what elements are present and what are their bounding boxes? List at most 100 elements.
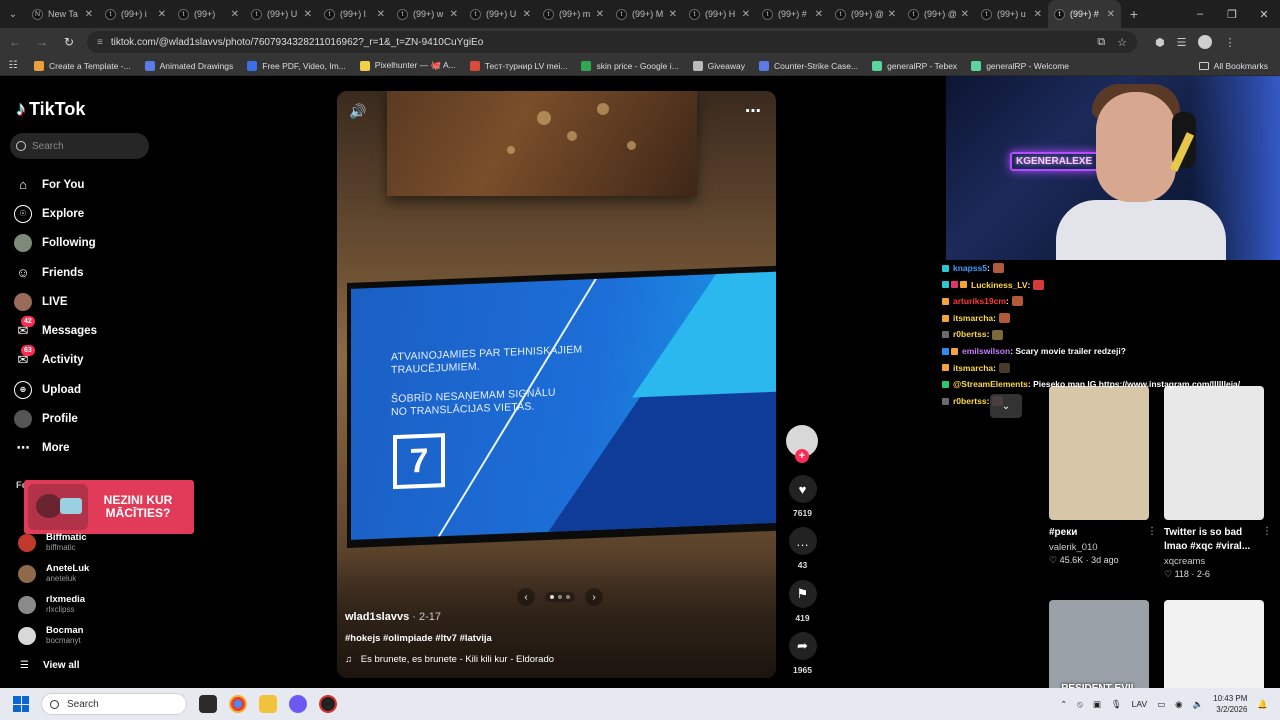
tab-close-icon[interactable]: ✕ [742, 9, 750, 20]
heart-icon[interactable]: ♥ [788, 475, 817, 503]
maximize-icon[interactable]: ❐ [1216, 0, 1248, 28]
tiktok-logo[interactable]: ♪ TikTok [16, 98, 85, 121]
site-info-icon[interactable]: ≡ [97, 37, 103, 48]
video-author[interactable]: valerik_010 [1049, 542, 1149, 553]
card-menu-icon[interactable]: ⋮ [1262, 526, 1272, 537]
tab-search-icon[interactable]: ⌄ [0, 0, 26, 28]
network-off-icon[interactable]: ⦸ [1077, 699, 1083, 710]
sidebar-item-upload[interactable]: ⊕ Upload [14, 375, 164, 404]
view-all-button[interactable]: ☰ View all [20, 660, 79, 671]
windows-start-icon[interactable] [13, 696, 29, 712]
share-arrow-icon[interactable]: ➦ [788, 632, 817, 660]
back-icon[interactable]: ← [3, 30, 27, 54]
forward-icon[interactable]: → [30, 30, 54, 54]
tab-close-icon[interactable]: ✕ [377, 9, 385, 20]
video-card[interactable] [1164, 600, 1264, 688]
taskbar-search[interactable]: Search [41, 693, 187, 715]
bookmark-item[interactable]: generalRP - Tebex [872, 60, 957, 71]
bookmark-icon[interactable]: ⚑ [788, 580, 817, 608]
sidebar-item-more[interactable]: ⋯ More [14, 434, 164, 463]
browser-tab[interactable]: t (99+) # ✕ [756, 0, 829, 28]
tray-chevron-icon[interactable]: ⌃ [1060, 699, 1067, 710]
video-author[interactable]: xqcreams [1164, 556, 1264, 567]
bookmark-item[interactable]: Counter-Strike Case... [759, 60, 858, 71]
sidebar-item-explore[interactable]: ☉ Explore [14, 199, 164, 228]
save-action[interactable]: ⚑ 419 [786, 580, 819, 623]
browser-tab[interactable]: t (99+) u ✕ [975, 0, 1048, 28]
url-bar[interactable]: ≡ tiktok.com/@wlad1slavvs/photo/76079343… [87, 31, 1137, 53]
bookmark-item[interactable]: Free PDF, Video, Im... [247, 60, 346, 71]
video-card[interactable]: #реки valerik_010 ♡ 45.6K · 3d ago ⋮ [1049, 386, 1157, 566]
sidebar-item-profile[interactable]: Profile [14, 404, 164, 433]
search-input[interactable]: Search [10, 133, 149, 159]
browser-tab[interactable]: t (99+) @ ✕ [829, 0, 902, 28]
sidebar-item-for-you[interactable]: ⌂ For You [14, 170, 164, 199]
tab-close-icon[interactable]: ✕ [669, 9, 677, 20]
app-icon[interactable] [319, 695, 337, 713]
chrome-app-icon[interactable] [229, 695, 247, 713]
browser-tab[interactable]: t (99+) l ✕ [318, 0, 391, 28]
photo-player[interactable]: ATVAINOJAMIES PAR TEHNISKAJIEM TRAUCĒJUM… [337, 91, 776, 678]
bookmark-item[interactable]: skin price - Google i... [581, 60, 679, 71]
tab-close-icon[interactable]: ✕ [523, 9, 531, 20]
video-card[interactable]: Twitter is so bad lmao #xqc #viral... xqc… [1164, 386, 1272, 580]
tray-app-icon[interactable]: ▣ [1093, 699, 1101, 710]
carousel-prev-icon[interactable]: ‹ [517, 588, 535, 606]
bookmark-item[interactable]: Pixelhunter — 🐙 A... [359, 60, 456, 71]
tab-close-icon[interactable]: ✕ [450, 9, 458, 20]
display-icon[interactable]: ▭ [1157, 699, 1165, 710]
profile-avatar-icon[interactable] [1198, 35, 1213, 49]
bookmark-item[interactable]: Create a Template -... [34, 60, 131, 71]
bookmark-item[interactable]: Giveaway [692, 60, 745, 71]
video-music[interactable]: ♫ Es brunete, es brunete - Kili kili kur… [345, 654, 765, 665]
tab-close-icon[interactable]: ✕ [596, 9, 604, 20]
browser-tab[interactable]: t (99+) M ✕ [610, 0, 683, 28]
tab-close-icon[interactable]: ✕ [85, 9, 93, 20]
author-name[interactable]: wlad1slavvs [345, 611, 409, 623]
file-explorer-icon[interactable] [259, 695, 277, 713]
video-hashtags[interactable]: #hokejs #olimpiade #ltv7 #latvija [345, 633, 765, 644]
video-title[interactable]: Twitter is so bad lmao #xqc #viral... [1164, 526, 1264, 554]
browser-tab[interactable]: t (99+) U ✕ [245, 0, 318, 28]
carousel-next-icon[interactable]: › [585, 588, 603, 606]
browser-tab[interactable]: t (99+) i ✕ [99, 0, 172, 28]
ad-banner[interactable]: NEZINI KUR MĀCĪTIES? [24, 480, 194, 534]
browser-tab[interactable]: N New Ta ✕ [26, 0, 99, 28]
video-card[interactable]: RESIDENT EVIL [1049, 600, 1149, 688]
sidebar-item-following[interactable]: Following [14, 229, 164, 258]
volume-icon[interactable]: 🔊 [349, 103, 366, 120]
card-menu-icon[interactable]: ⋮ [1147, 526, 1157, 537]
browser-tab[interactable]: t (99+) w ✕ [391, 0, 464, 28]
video-title[interactable]: #реки [1049, 526, 1149, 540]
wifi-icon[interactable]: ◉ [1175, 699, 1182, 710]
tab-close-icon[interactable]: ✕ [158, 9, 166, 20]
discord-icon[interactable] [289, 695, 307, 713]
tab-close-icon[interactable]: ✕ [304, 9, 312, 20]
minimize-icon[interactable]: – [1184, 0, 1216, 28]
tab-close-icon[interactable]: ✕ [888, 9, 896, 20]
followed-account[interactable]: AneteLuk aneteluk [18, 563, 89, 584]
bookmark-item[interactable]: Animated Drawings [144, 60, 233, 71]
extensions-icon[interactable]: ⬢ [1155, 36, 1165, 49]
sidebar-item-messages[interactable]: ✉ 42 Messages [14, 316, 164, 345]
bookmark-item[interactable]: Тест-турнир LV mei... [469, 60, 567, 71]
sidebar-item-live[interactable]: LIVE [14, 287, 164, 316]
tab-close-icon[interactable]: ✕ [1107, 9, 1115, 20]
task-view-icon[interactable] [199, 695, 217, 713]
browser-tab[interactable]: t (99+) m ✕ [537, 0, 610, 28]
close-window-icon[interactable]: ✕ [1248, 0, 1280, 28]
tab-close-icon[interactable]: ✕ [961, 9, 969, 20]
browser-tab[interactable]: t (99+) @ ✕ [902, 0, 975, 28]
bookmark-item[interactable]: generalRP - Welcome [971, 60, 1069, 71]
video-author[interactable]: wlad1slavvs · 2-17 [345, 611, 765, 623]
microphone-icon[interactable]: 🎙 [1111, 699, 1122, 710]
tab-close-icon[interactable]: ✕ [1034, 9, 1042, 20]
share-action[interactable]: ➦ 1965 [786, 632, 819, 675]
like-action[interactable]: ♥ 7619 [786, 475, 819, 518]
browser-tab[interactable]: t (99+) # ✕ [1048, 0, 1121, 28]
apps-grid-icon[interactable]: ☷ [0, 60, 26, 71]
followed-account[interactable]: rlxmedia rlxclipss [18, 594, 85, 615]
comment-icon[interactable]: … [788, 527, 817, 555]
browser-tab[interactable]: t (99+) ✕ [172, 0, 245, 28]
media-icon[interactable]: ☰ [1177, 36, 1187, 49]
